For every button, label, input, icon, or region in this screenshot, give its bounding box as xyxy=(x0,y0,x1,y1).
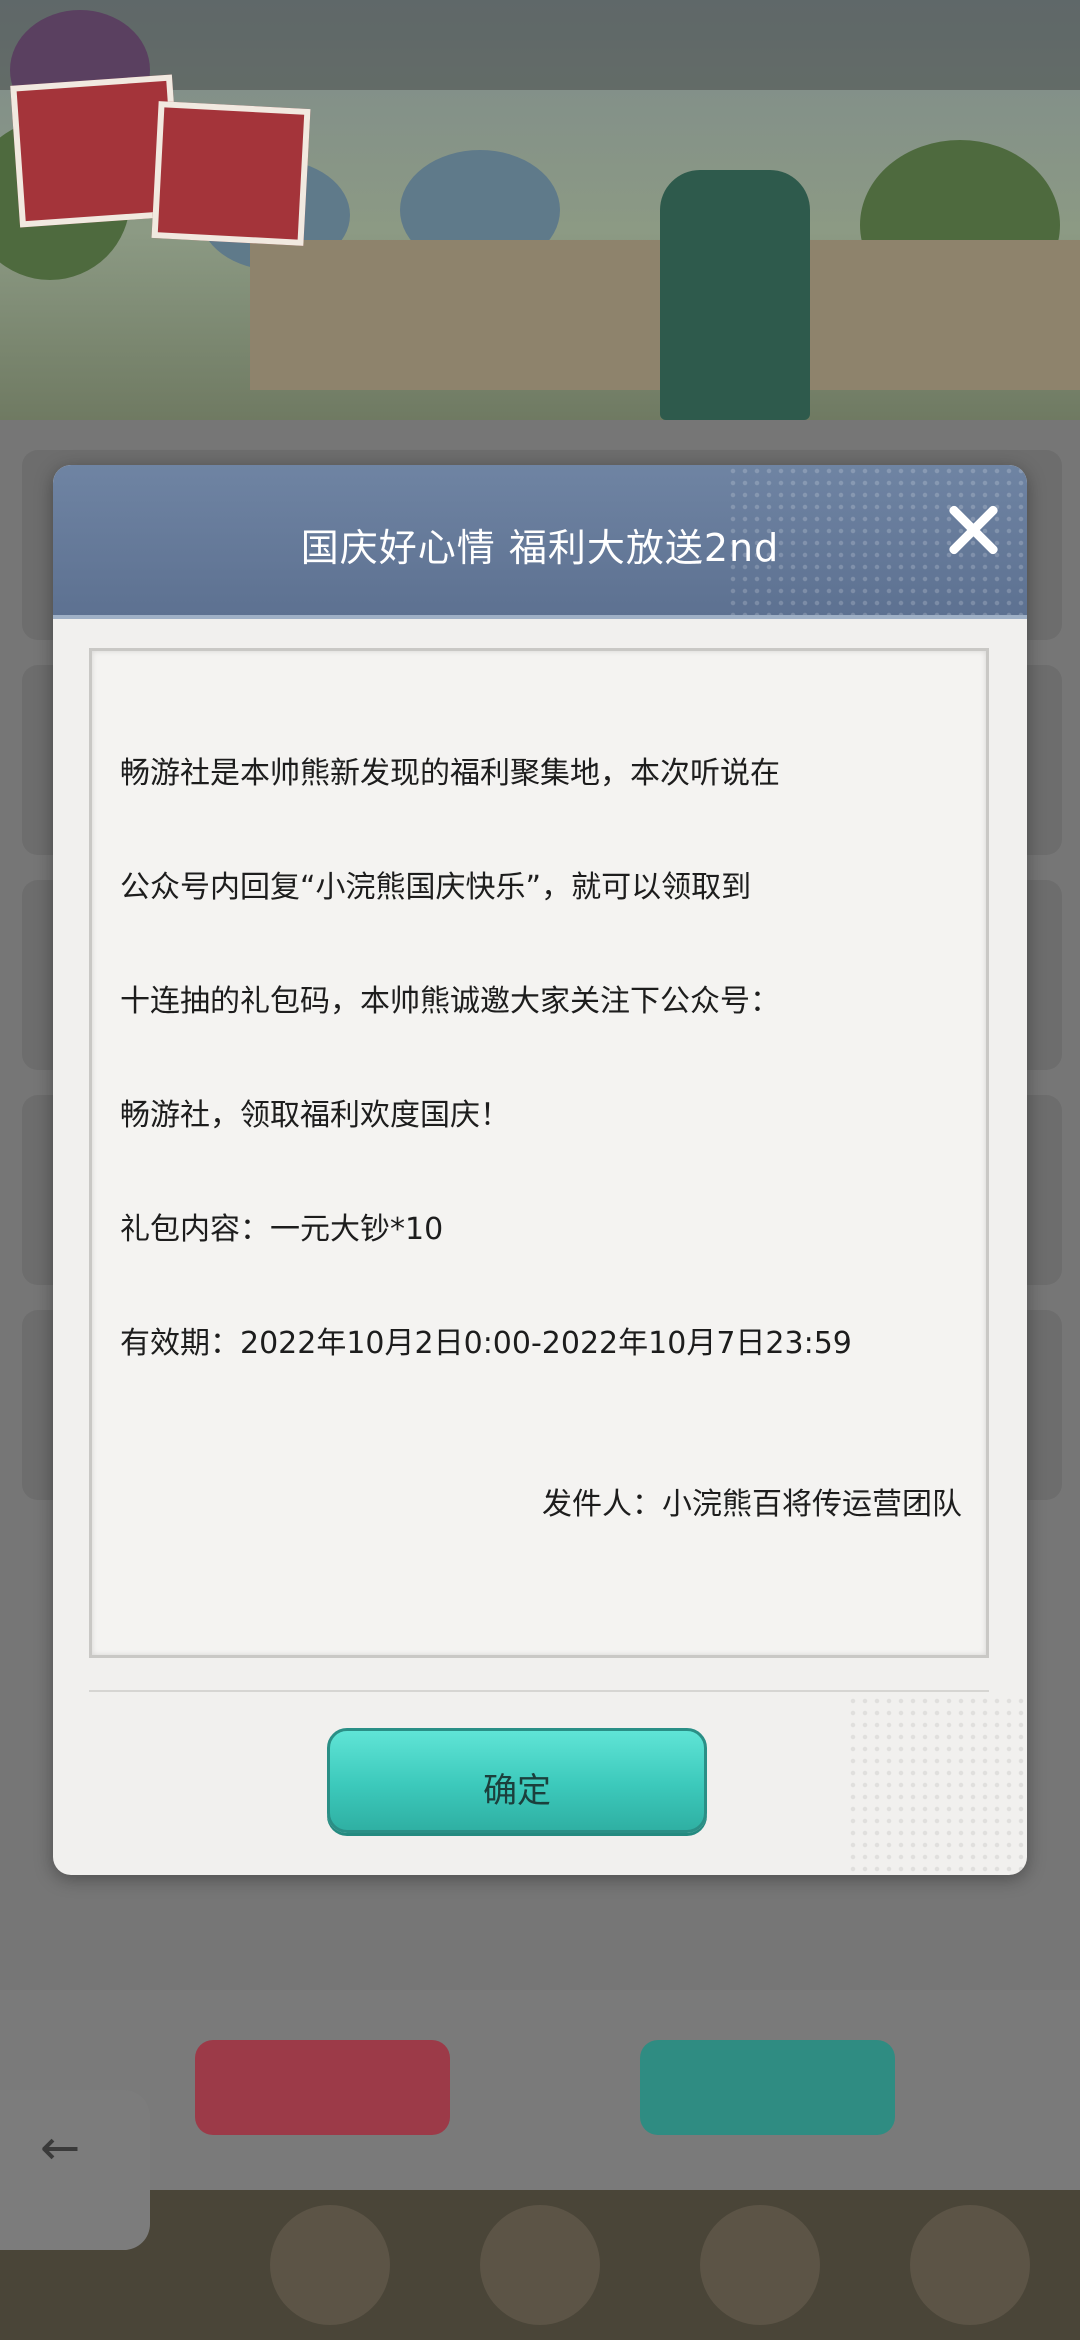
nav-item[interactable] xyxy=(480,2205,600,2325)
mail-body: 畅游社是本帅熊新发现的福利聚集地，本次听说在 公众号内回复“小浣熊国庆快乐”，就… xyxy=(120,679,962,1439)
mail-body-line: 十连抽的礼包码，本帅熊诚邀大家关注下公众号： xyxy=(120,984,780,1019)
mailbox-illustration xyxy=(660,170,810,420)
logo-sign-right xyxy=(151,101,311,246)
mail-body-line: 畅游社是本帅熊新发现的福利聚集地，本次听说在 xyxy=(120,756,780,791)
mail-body-line: 畅游社，领取福利欢度国庆！ xyxy=(120,1098,510,1133)
nav-item[interactable] xyxy=(270,2205,390,2325)
confirm-button[interactable]: 确定 xyxy=(327,1728,707,1833)
dialog-title: 国庆好心情 福利大放送2nd xyxy=(300,526,780,570)
mail-body-line: 公众号内回复“小浣熊国庆快乐”，就可以领取到 xyxy=(120,870,752,905)
nav-item[interactable] xyxy=(700,2205,820,2325)
dialog-header: 国庆好心情 福利大放送2nd xyxy=(53,465,1027,619)
background-scene xyxy=(0,0,1080,420)
collect-all-button[interactable] xyxy=(640,2040,895,2135)
divider xyxy=(89,1690,989,1692)
mail-body-line: 礼包内容：一元大钞*10 xyxy=(120,1212,444,1247)
confirm-button-label: 确定 xyxy=(483,1771,551,1811)
close-icon[interactable] xyxy=(933,490,1013,570)
mail-sender: 发件人：小浣熊百将传运营团队 xyxy=(542,1487,962,1522)
back-arrow-icon: ← xyxy=(40,2120,81,2176)
back-button[interactable]: ← xyxy=(0,2090,150,2250)
nav-item[interactable] xyxy=(910,2205,1030,2325)
corner-pattern xyxy=(847,1695,1027,1875)
delete-all-button[interactable] xyxy=(195,2040,450,2135)
mail-action-bar xyxy=(0,1990,1080,2190)
mail-dialog: 国庆好心情 福利大放送2nd 畅游社是本帅熊新发现的福利聚集地，本次听说在 公众… xyxy=(53,465,1027,1875)
mail-content-box: 畅游社是本帅熊新发现的福利聚集地，本次听说在 公众号内回复“小浣熊国庆快乐”，就… xyxy=(89,648,989,1658)
mailbox-logo xyxy=(10,74,311,246)
mail-body-line: 有效期：2022年10月2日0:00-2022年10月7日23:59 xyxy=(120,1326,852,1361)
